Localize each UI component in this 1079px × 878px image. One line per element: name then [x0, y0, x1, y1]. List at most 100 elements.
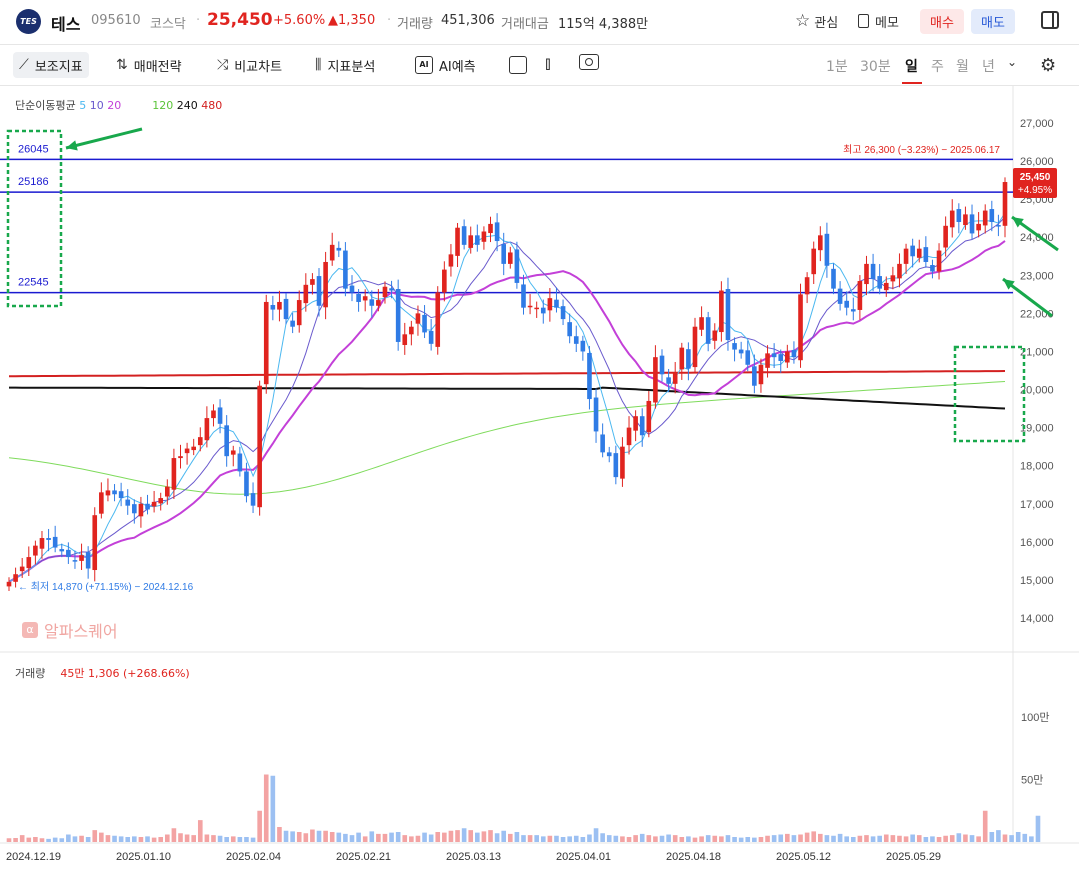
volume-bar: [540, 836, 546, 842]
indicator-button[interactable]: ⟋ 보조지표: [13, 52, 89, 78]
volume-bar: [79, 835, 84, 842]
date-tick-label: 2025.03.13: [446, 851, 501, 863]
volume-bar: [257, 810, 262, 842]
candle-body: [1002, 182, 1008, 226]
candle-body: [369, 299, 375, 306]
volume-bar: [910, 834, 915, 842]
volume-bar: [310, 829, 315, 842]
candle-body: [573, 336, 579, 344]
buy-button[interactable]: 매수: [920, 9, 964, 34]
candle-body: [422, 314, 427, 333]
candle-body: [679, 347, 685, 370]
stock-code: 095610: [91, 13, 141, 28]
candle-body: [33, 545, 38, 556]
period-week[interactable]: 주: [931, 56, 944, 76]
volume-bar: [356, 832, 361, 842]
star-icon: ☆: [795, 11, 811, 31]
volume-bar: [824, 835, 830, 842]
candle-body: [844, 300, 850, 308]
volume-bar: [560, 837, 566, 842]
period-30min[interactable]: 30분: [860, 56, 891, 76]
volume-bar: [151, 837, 157, 842]
volume-bar: [118, 836, 124, 842]
volume-bar: [613, 835, 619, 842]
volume-bar: [112, 835, 117, 842]
candle-body: [758, 364, 764, 385]
candle-body: [343, 250, 348, 289]
volume-bar: [573, 835, 579, 842]
ai-predict-button[interactable]: AI AI예측: [415, 52, 476, 78]
candle-body: [580, 340, 586, 352]
strategy-button[interactable]: ⇅ 매매전략: [116, 52, 182, 78]
candle-body: [184, 448, 190, 454]
volume-bar: [389, 832, 394, 842]
candle-body: [204, 418, 210, 441]
square-toggle-icon[interactable]: [509, 56, 527, 74]
memo-button[interactable]: 메모: [858, 8, 899, 34]
candles-icon: ⫼: [315, 57, 322, 73]
volume-bar: [857, 835, 863, 842]
candle-body: [910, 245, 915, 257]
volume-bar: [283, 830, 289, 842]
sell-button[interactable]: 매도: [971, 9, 1015, 34]
side-panel-icon[interactable]: [1041, 11, 1059, 29]
volume-bar: [864, 835, 869, 842]
candle-body: [554, 299, 559, 308]
candle-body: [930, 265, 935, 272]
candle-type-icon[interactable]: ⫾: [545, 53, 551, 74]
candle-body: [52, 536, 58, 548]
period-year[interactable]: 년: [982, 56, 995, 76]
analysis-button[interactable]: ⫼ 지표분석: [315, 52, 375, 78]
candle-body: [66, 549, 71, 558]
volume-tick-label: 50만: [1021, 774, 1043, 787]
candle-body: [468, 235, 474, 248]
camera-icon[interactable]: [579, 54, 599, 70]
gear-icon[interactable]: ⚙: [1040, 55, 1056, 76]
volume-bar: [72, 836, 78, 842]
period-1min[interactable]: 1분: [826, 56, 848, 76]
candle-body: [864, 263, 869, 285]
period-month[interactable]: 월: [956, 56, 969, 76]
candle-body: [587, 352, 592, 400]
candle-body: [112, 490, 117, 495]
price-tag-percent: +4.95%: [1018, 185, 1052, 196]
volume-bar: [6, 838, 12, 842]
candle-body: [164, 486, 170, 497]
volume-bar: [593, 828, 599, 842]
volume-bar: [653, 836, 658, 842]
volume-bar: [870, 836, 876, 842]
candle-body: [923, 247, 929, 262]
volume-bar: [514, 832, 520, 842]
candle-body: [778, 354, 784, 361]
volume-bar: [197, 820, 203, 842]
chevron-down-icon[interactable]: ⌄: [1007, 55, 1017, 69]
date-tick-label: 2024.12.19: [6, 851, 61, 863]
candle-body: [395, 289, 401, 342]
volume-bar: [725, 835, 731, 842]
candle-body: [270, 305, 276, 310]
ma10-line: [8, 216, 1006, 583]
candle-body: [336, 247, 342, 251]
period-day[interactable]: 일: [905, 56, 918, 76]
candle-body: [197, 437, 203, 446]
volume-bar: [936, 837, 942, 842]
volume-bar: [837, 833, 843, 842]
price-chart[interactable]: 27,00026,00025,00024,00023,00022,00021,0…: [0, 86, 1079, 878]
candle-body: [883, 282, 889, 291]
volume-bar: [362, 836, 368, 842]
volume-bar: [468, 830, 474, 842]
volume-bar: [791, 835, 797, 842]
candle-body: [870, 263, 876, 280]
candle-body: [19, 566, 25, 572]
candle-body: [639, 416, 645, 436]
candle-body: [712, 330, 718, 341]
amount-label: 거래대금: [501, 17, 549, 32]
candle-body: [178, 456, 183, 459]
volume-bar: [488, 830, 493, 842]
candle-body: [996, 225, 1001, 227]
volume-bar: [963, 834, 968, 842]
candle-body: [26, 557, 32, 569]
watch-button[interactable]: ☆ 관심: [795, 8, 838, 34]
candle-body: [633, 416, 638, 431]
compare-button[interactable]: ⤮ 비교차트: [217, 52, 282, 78]
